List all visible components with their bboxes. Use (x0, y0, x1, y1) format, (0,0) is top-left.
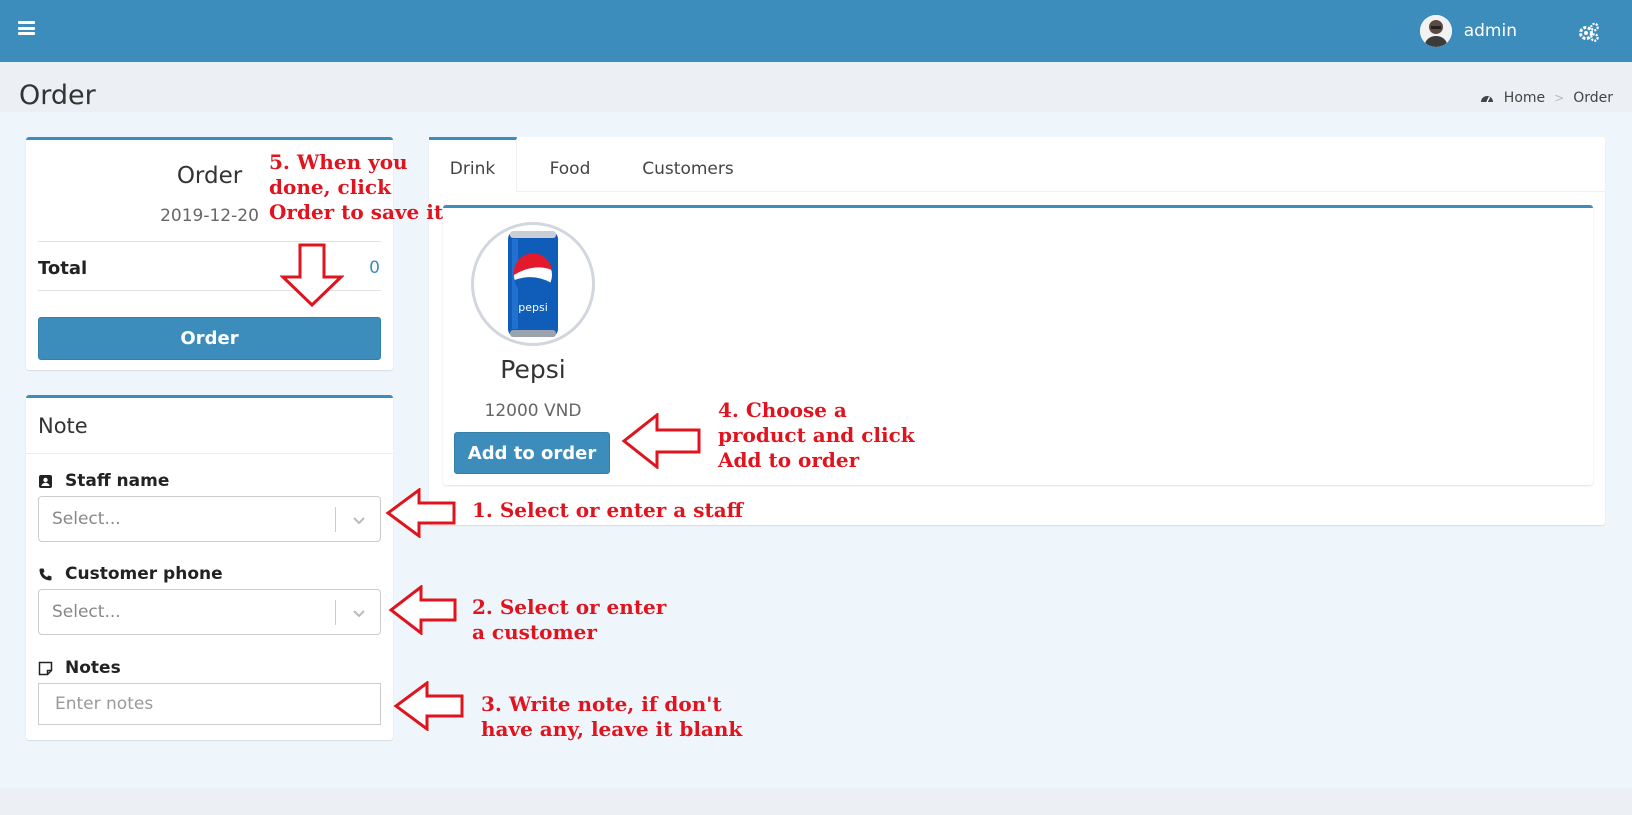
footer-strip (0, 788, 1632, 815)
order-button[interactable]: Order (38, 317, 381, 360)
note-box-title: Note (38, 414, 88, 438)
total-label: Total (38, 258, 88, 279)
staff-name-label-text: Staff name (65, 471, 170, 491)
note-box: Note Staff name Select... Customer phone… (26, 395, 393, 740)
chevron-down-icon[interactable] (350, 604, 368, 622)
svg-text:pepsi: pepsi (518, 301, 548, 314)
top-navbar: admin (0, 0, 1632, 62)
customer-phone-label-text: Customer phone (65, 564, 223, 584)
staff-name-select[interactable]: Select... (38, 496, 381, 542)
phone-icon (39, 568, 52, 580)
product-price: 12000 VND (484, 401, 582, 421)
staff-name-placeholder: Select... (52, 509, 121, 529)
page-title: Order (19, 80, 96, 111)
arrow-left-icon (621, 413, 701, 469)
breadcrumb-current: Order (1573, 90, 1613, 106)
notes-label: Notes (38, 658, 121, 678)
annotation-step1: 1. Select or enter a staff (472, 498, 744, 522)
add-to-order-button[interactable]: Add to order (454, 432, 610, 474)
dashboard-icon (1480, 96, 1493, 103)
tab-bar: Drink Food Customers (429, 137, 1605, 192)
tab-customers[interactable]: Customers (623, 137, 753, 192)
breadcrumb-home-link[interactable]: Home (1504, 90, 1545, 106)
select-separator (335, 600, 336, 625)
customer-phone-placeholder: Select... (52, 602, 121, 622)
notes-input[interactable] (38, 683, 381, 725)
arrow-down-icon (280, 243, 344, 307)
tab-food[interactable]: Food (529, 137, 611, 192)
hamburger-icon[interactable] (18, 21, 35, 35)
chevron-down-icon[interactable] (350, 511, 368, 529)
total-value[interactable]: 0 (369, 258, 380, 278)
sticky-note-icon (38, 661, 53, 675)
breadcrumb-separator: > (1554, 91, 1565, 105)
product-tabs-box: Drink Food Customers pepsi Pepsi 12000 V… (429, 137, 1605, 525)
customer-phone-select[interactable]: Select... (38, 589, 381, 635)
customer-phone-label: Customer phone (38, 564, 223, 584)
notes-label-text: Notes (65, 658, 121, 678)
select-separator (335, 507, 336, 532)
arrow-left-icon (385, 488, 456, 538)
avatar (1419, 15, 1452, 47)
arrow-left-icon (393, 681, 464, 731)
gears-icon[interactable] (1578, 21, 1600, 43)
annotation-step4: 4. Choose a product and click Add to ord… (718, 398, 915, 472)
content-header: Order Home > Order (0, 62, 1632, 112)
annotation-step2: 2. Select or enter a customer (472, 595, 667, 644)
staff-name-label: Staff name (38, 471, 169, 491)
divider (26, 453, 393, 454)
arrow-left-icon (388, 585, 457, 635)
annotation-step5: 5. When you done, click Order to save it (269, 150, 444, 224)
product-name: Pepsi (500, 355, 566, 384)
username: admin (1463, 21, 1517, 41)
user-menu[interactable]: admin (1419, 14, 1517, 48)
pepsi-can-image[interactable]: pepsi (471, 222, 595, 346)
annotation-step3: 3. Write note, if don't have any, leave … (481, 692, 743, 741)
divider (38, 241, 381, 242)
breadcrumb: Home > Order (1480, 90, 1613, 106)
product-panel: pepsi Pepsi 12000 VND Add to order (443, 205, 1593, 485)
address-book-icon (39, 474, 52, 488)
